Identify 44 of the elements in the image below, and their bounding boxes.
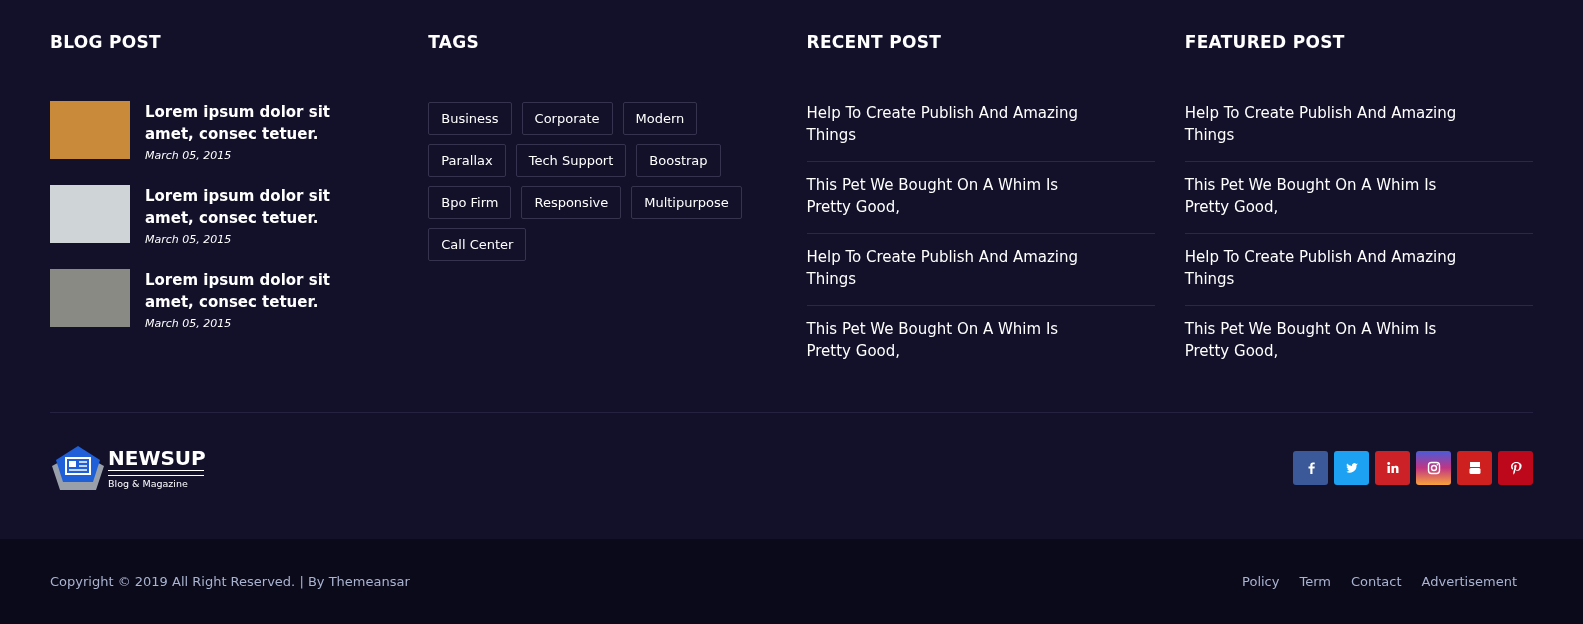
facebook-button[interactable]: [1293, 451, 1328, 485]
section-heading: RECENT POST: [806, 31, 943, 53]
tag-link[interactable]: Business: [428, 102, 512, 135]
instagram-camera-icon: [1426, 461, 1441, 475]
tag-link[interactable]: Call Center: [428, 228, 527, 261]
post-title-link[interactable]: Lorem ipsum dolor sit amet, consec tetuer.: [145, 101, 355, 145]
footer-link[interactable]: Contact: [1351, 574, 1402, 589]
post-title-link[interactable]: Lorem ipsum dolor sit amet, consec tetuer.: [145, 269, 355, 313]
linkedin-icon: [1385, 461, 1400, 475]
tag-link[interactable]: Bpo Firm: [428, 186, 512, 219]
post-title-link[interactable]: Lorem ipsum dolor sit amet, consec tetuer.: [145, 185, 355, 229]
post-link[interactable]: This Pet We Bought On A Whim Is Pretty Good,: [1184, 174, 1485, 218]
tag-link[interactable]: Parallax: [428, 144, 506, 177]
section-heading: FEATURED POST: [1184, 31, 1346, 53]
post-link[interactable]: Help To Create Publish And Amazing Things: [1184, 102, 1485, 146]
twitter-button[interactable]: [1334, 451, 1369, 485]
tag-link[interactable]: Modern: [622, 102, 698, 135]
tag-link[interactable]: Boostrap: [636, 144, 721, 177]
youtube-button[interactable]: [1457, 451, 1492, 485]
post-link[interactable]: Help To Create Publish And Amazing Things: [806, 102, 1107, 146]
post-link[interactable]: Help To Create Publish And Amazing Things: [1184, 246, 1485, 290]
post-date: March 05, 2015: [145, 233, 233, 246]
section-heading: TAGS: [428, 31, 481, 53]
post-link[interactable]: This Pet We Bought On A Whim Is Pretty Good,: [806, 174, 1107, 218]
post-link[interactable]: Help To Create Publish And Amazing Things: [806, 246, 1107, 290]
tag-link[interactable]: Responsive: [521, 186, 622, 219]
twitter-bird-icon: [1344, 461, 1359, 475]
instagram-button[interactable]: [1416, 451, 1451, 485]
post-date: March 05, 2015: [145, 149, 233, 162]
pinterest-button[interactable]: [1498, 451, 1533, 485]
post-date: March 05, 2015: [145, 317, 233, 330]
tag-link[interactable]: Corporate: [521, 102, 613, 135]
tag-link[interactable]: Tech Support: [515, 144, 627, 177]
linkedin-button[interactable]: [1375, 451, 1410, 485]
footer-link[interactable]: Policy: [1242, 574, 1280, 589]
post-link[interactable]: This Pet We Bought On A Whim Is Pretty Good,: [806, 318, 1107, 362]
section-heading: BLOG POST: [50, 31, 162, 53]
newsup-logo[interactable]: NEWSUP Blog & Magazine: [50, 444, 206, 492]
tag-link[interactable]: Multipurpose: [631, 186, 742, 219]
footer-link[interactable]: Advertisement: [1421, 574, 1517, 589]
copyright-text: Copyright © 2019 All Right Reserved. | By Themeansar: [50, 574, 410, 589]
pinterest-icon: [1508, 461, 1523, 475]
footer-link[interactable]: Term: [1299, 574, 1331, 589]
post-link[interactable]: This Pet We Bought On A Whim Is Pretty Good,: [1184, 318, 1485, 362]
